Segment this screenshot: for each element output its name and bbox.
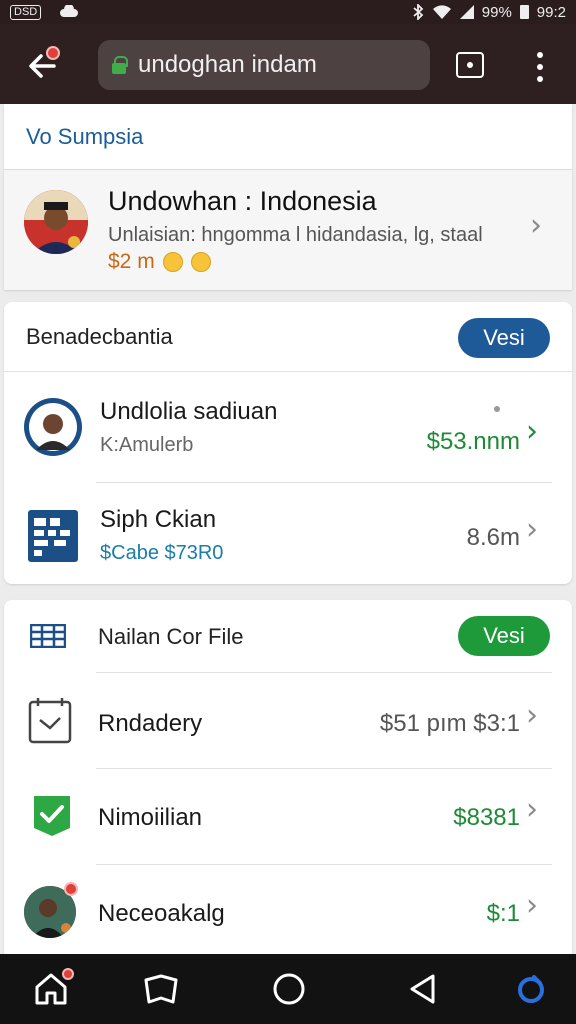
list-item[interactable]: Neceoakalg $:1 › xyxy=(4,866,572,960)
home-circle-button[interactable] xyxy=(266,966,312,1012)
cloud-icon xyxy=(60,5,79,17)
item-value: $8381 xyxy=(453,804,520,831)
divider xyxy=(96,482,552,483)
chevron-right-icon: › xyxy=(526,512,538,547)
profile-name: Undowhan : Indonesia xyxy=(108,186,377,216)
avatar xyxy=(24,190,88,254)
overflow-menu-button[interactable] xyxy=(530,52,550,82)
list-item[interactable]: Nimoiilian $8381 › xyxy=(4,770,572,864)
list-item[interactable]: Undlolia sadiuan K:Amulerb $53.nnm › xyxy=(4,374,572,484)
menu-dot-icon xyxy=(537,76,543,82)
green-check-icon xyxy=(30,792,74,843)
section-title: Nailan Cor File xyxy=(98,624,244,649)
loading-dot-icon xyxy=(494,406,500,412)
bluetooth-icon xyxy=(413,4,424,20)
notification-dot xyxy=(64,882,78,896)
chevron-right-icon: › xyxy=(530,208,542,243)
chevron-right-icon: › xyxy=(526,698,538,733)
section-header: Benadecbantia Vesi xyxy=(4,302,572,372)
chevron-right-icon: › xyxy=(526,888,538,923)
status-bar: DSD 99% 99:2 xyxy=(0,0,576,24)
chevron-right-icon: › xyxy=(526,792,538,827)
item-title: Nimoiilian xyxy=(98,804,203,831)
bookmarks-button[interactable] xyxy=(138,966,184,1012)
item-value: $53.nnm xyxy=(426,428,520,455)
clock: 99:2 xyxy=(536,3,566,21)
divider xyxy=(96,672,552,673)
table-icon xyxy=(29,623,67,653)
grid-document-icon xyxy=(28,510,78,567)
url-text: undoghan indam xyxy=(138,51,317,78)
back-nav-button[interactable] xyxy=(400,966,446,1012)
menu-dot-icon xyxy=(537,52,543,58)
profile-subtitle: Unlaisian: hngomma l hidandasia, lg, sta… xyxy=(108,224,483,246)
avatar xyxy=(24,398,82,456)
notification-dot xyxy=(46,46,60,60)
smiley-icon xyxy=(190,252,211,272)
calendar-check-icon xyxy=(28,696,72,749)
person-portrait-icon xyxy=(29,403,77,451)
chevron-right-icon: › xyxy=(526,414,538,449)
assistant-button[interactable] xyxy=(508,966,554,1012)
item-title: Siph Ckian xyxy=(100,506,217,533)
section-title: Benadecbantia xyxy=(26,324,173,349)
section-card-2: Nailan Cor File Vesi Rndadery $51 pım $3… xyxy=(4,600,572,960)
page-title: Vo Sumpsia xyxy=(26,124,144,149)
map-icon xyxy=(144,974,178,1004)
section-header: Nailan Cor File Vesi xyxy=(4,600,572,670)
page-title-card: Vo Sumpsia xyxy=(4,104,572,170)
url-bar[interactable]: undoghan indam xyxy=(98,40,430,90)
signal-icon xyxy=(459,5,474,19)
item-value: $51 pım $3:1 xyxy=(379,710,520,737)
price-text: $2 m xyxy=(108,250,155,273)
triangle-back-icon xyxy=(410,974,435,1004)
divider xyxy=(96,864,552,865)
back-button[interactable] xyxy=(20,44,64,88)
smiley-icon xyxy=(162,252,183,272)
item-value: 8.6m xyxy=(466,524,520,551)
profile-card[interactable]: Undowhan : Indonesia Unlaisian: hngomma … xyxy=(4,170,572,290)
home-button[interactable] xyxy=(28,966,74,1012)
item-title: Neceoakalg xyxy=(98,900,225,927)
browser-toolbar: undoghan indam xyxy=(0,24,576,104)
menu-dot-icon xyxy=(537,64,543,70)
status-box-icon: DSD xyxy=(10,4,42,20)
tab-switcher-button[interactable] xyxy=(456,52,484,78)
tab-dot-icon xyxy=(467,62,473,68)
divider xyxy=(96,768,552,769)
battery-percent: 99% xyxy=(481,3,512,21)
battery-icon xyxy=(519,5,529,19)
item-title: Rndadery xyxy=(98,710,203,737)
section-card-1: Benadecbantia Vesi Undlolia sadiuan K:Am… xyxy=(4,302,572,584)
assistant-icon xyxy=(518,975,544,1003)
wifi-icon xyxy=(432,5,451,19)
list-item[interactable]: Rndadery $51 pım $3:1 › xyxy=(4,674,572,768)
profile-price: $2 m xyxy=(108,250,211,274)
bottom-nav-bar xyxy=(0,954,576,1024)
lock-icon xyxy=(112,56,128,74)
circle-icon xyxy=(273,973,305,1005)
item-value: $:1 xyxy=(486,900,520,927)
list-item[interactable]: Siph Ckian $Cabe $73R0 8.6m › xyxy=(4,484,572,584)
vesi-button[interactable]: Vesi xyxy=(458,616,550,656)
notification-dot xyxy=(62,968,74,980)
item-title: Undlolia sadiuan xyxy=(100,398,278,425)
person-portrait-icon xyxy=(24,190,88,254)
vesi-button[interactable]: Vesi xyxy=(458,318,550,358)
item-subtitle: $Cabe $73R0 xyxy=(100,542,224,564)
item-subtitle: K:Amulerb xyxy=(100,434,194,456)
